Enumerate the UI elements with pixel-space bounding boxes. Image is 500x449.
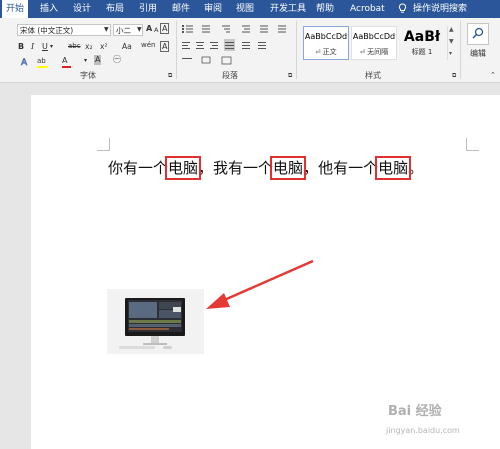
watermark-url: jingyan.baidu.com <box>386 426 460 435</box>
annotation-arrow <box>206 259 314 309</box>
watermark-logo: Bai 经验 <box>388 404 442 419</box>
